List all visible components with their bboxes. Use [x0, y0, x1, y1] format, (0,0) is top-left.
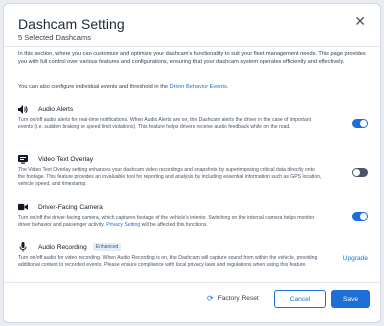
section-description: The Video Text Overlay setting enhances … [18, 167, 322, 187]
enhanced-badge: Enhanced [92, 243, 122, 251]
microphone-icon [18, 242, 28, 252]
upgrade-link[interactable]: Upgrade [343, 255, 368, 262]
section-driver-facing-camera: Driver-Facing Camera Turn on/off the dri… [18, 202, 368, 229]
privacy-setting-link[interactable]: Privacy Setting [106, 222, 140, 228]
dialog-subtitle: 5 Selected Dashcams [18, 33, 91, 42]
section-audio-alerts: Audio Alerts Turn on/off audio alerts fo… [18, 104, 368, 131]
section-description: Turn on/off audio for video recording. W… [18, 255, 318, 268]
section-video-text-overlay: Video Text Overlay The Video Text Overla… [18, 154, 368, 188]
section-title: Driver-Facing Camera [38, 203, 103, 211]
factory-reset-label: Factory Reset [217, 295, 259, 302]
dialog-footer: ⟳ Factory Reset Cancel Save [4, 282, 380, 322]
section-title: Audio Recording [38, 243, 87, 251]
description-suffix: will be affected this functions. [140, 222, 208, 228]
video-overlay-icon [18, 154, 28, 164]
driver-facing-camera-toggle[interactable] [352, 212, 368, 221]
cancel-button[interactable]: Cancel [274, 290, 326, 308]
section-title: Video Text Overlay [38, 155, 94, 163]
section-description: Turn on/off audio alerts for real-time n… [18, 117, 312, 130]
driver-behavior-events-link[interactable]: Driver Behavior Events [170, 84, 227, 90]
toggle-knob [353, 169, 360, 176]
header-divider [4, 46, 380, 47]
factory-reset-button[interactable]: ⟳ Factory Reset [207, 294, 259, 303]
video-text-overlay-toggle[interactable] [352, 168, 368, 177]
audio-alerts-toggle[interactable] [352, 119, 368, 128]
section-description: Turn on/off the driver-facing camera, wh… [18, 215, 322, 229]
close-icon[interactable]: ✕ [354, 14, 366, 28]
toggle-knob [360, 213, 367, 220]
intro-text: In this section, where you can customize… [18, 51, 366, 65]
reset-icon: ⟳ [207, 294, 214, 303]
events-note-prefix: You can also configure individual events… [18, 84, 170, 90]
section-title: Audio Alerts [38, 105, 74, 113]
save-button[interactable]: Save [331, 290, 370, 308]
toggle-knob [360, 120, 367, 127]
section-audio-recording: Audio Recording Enhanced Turn on/off aud… [18, 242, 368, 269]
events-note: You can also configure individual events… [18, 84, 368, 90]
video-camera-icon [18, 202, 28, 212]
dialog-title: Dashcam Setting [18, 16, 125, 32]
dashcam-setting-dialog: Dashcam Setting 5 Selected Dashcams ✕ In… [3, 3, 381, 323]
events-note-suffix: . [226, 84, 229, 90]
speaker-icon [18, 104, 28, 114]
